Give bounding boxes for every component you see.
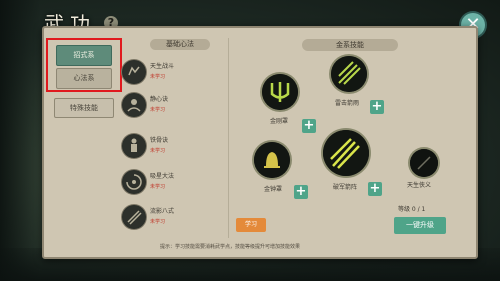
skill-node[interactable]: 天生侠义 <box>407 149 438 189</box>
skill-name: 金刚罩 <box>270 118 289 125</box>
skill-node[interactable]: 雷击箭雨 <box>331 56 367 107</box>
list-item[interactable]: 吸星大法 未学习 <box>120 168 228 196</box>
fist-icon <box>122 60 146 84</box>
list-header: 基础心法 <box>150 39 210 50</box>
list-item-status: 未学习 <box>150 148 166 154</box>
add-skill-button[interactable]: + <box>294 185 308 199</box>
list-item-name: 天生战斗 <box>150 63 175 70</box>
upgrade-all-button[interactable]: 一键升级 <box>394 217 446 234</box>
list-item-status: 未学习 <box>150 107 166 113</box>
learn-button[interactable]: 学习 <box>236 218 266 232</box>
skill-node[interactable]: 金刚罩 <box>262 74 298 125</box>
list-item[interactable]: 铁骨诀 未学习 <box>120 132 228 160</box>
skill-name: 天生侠义 <box>407 182 432 189</box>
skill-name: 破军箭阵 <box>333 184 358 191</box>
skill-node[interactable]: 金钟罩 <box>254 142 290 193</box>
list-item-name: 吸星大法 <box>150 173 175 180</box>
arrows-icon <box>331 56 367 92</box>
body-icon <box>122 134 146 158</box>
footer-hint: 提示：学习技能需要消耗武学点，技能等级提升可增加技能效果 <box>160 244 301 250</box>
list-item-name: 静心诀 <box>150 96 169 103</box>
add-skill-button[interactable]: + <box>368 182 382 196</box>
bell-icon <box>254 142 290 178</box>
list-item[interactable]: 天生战斗 未学习 <box>120 58 228 86</box>
dark-orb-icon <box>410 149 438 177</box>
add-skill-button[interactable]: + <box>370 100 384 114</box>
list-item[interactable]: 流影八式 未学习 <box>120 203 228 231</box>
slash-icon <box>122 205 146 229</box>
list-item-status: 未学习 <box>150 184 166 190</box>
list-item-name: 流影八式 <box>150 208 175 215</box>
trident-icon <box>262 74 298 110</box>
list-item-status: 未学习 <box>150 219 166 225</box>
world-background-left <box>0 0 40 281</box>
list-item-name: 铁骨诀 <box>150 137 169 144</box>
list-item-status: 未学习 <box>150 74 166 80</box>
tab-special[interactable]: 特殊技能 <box>54 98 114 118</box>
tree-header: 金系技能 <box>302 39 398 51</box>
list-item[interactable]: 静心诀 未学习 <box>120 91 228 119</box>
level-note: 等级 0 / 1 <box>398 206 426 213</box>
column-divider <box>228 38 229 238</box>
meditation-icon <box>122 93 146 117</box>
skill-name: 雷击箭雨 <box>335 100 360 107</box>
spear-rain-icon <box>323 130 369 176</box>
add-skill-button[interactable]: + <box>302 119 316 133</box>
skill-name: 金钟罩 <box>264 186 283 193</box>
highlight-box <box>46 38 122 92</box>
skill-node[interactable]: 破军箭阵 <box>323 130 369 191</box>
vortex-icon <box>122 170 146 194</box>
